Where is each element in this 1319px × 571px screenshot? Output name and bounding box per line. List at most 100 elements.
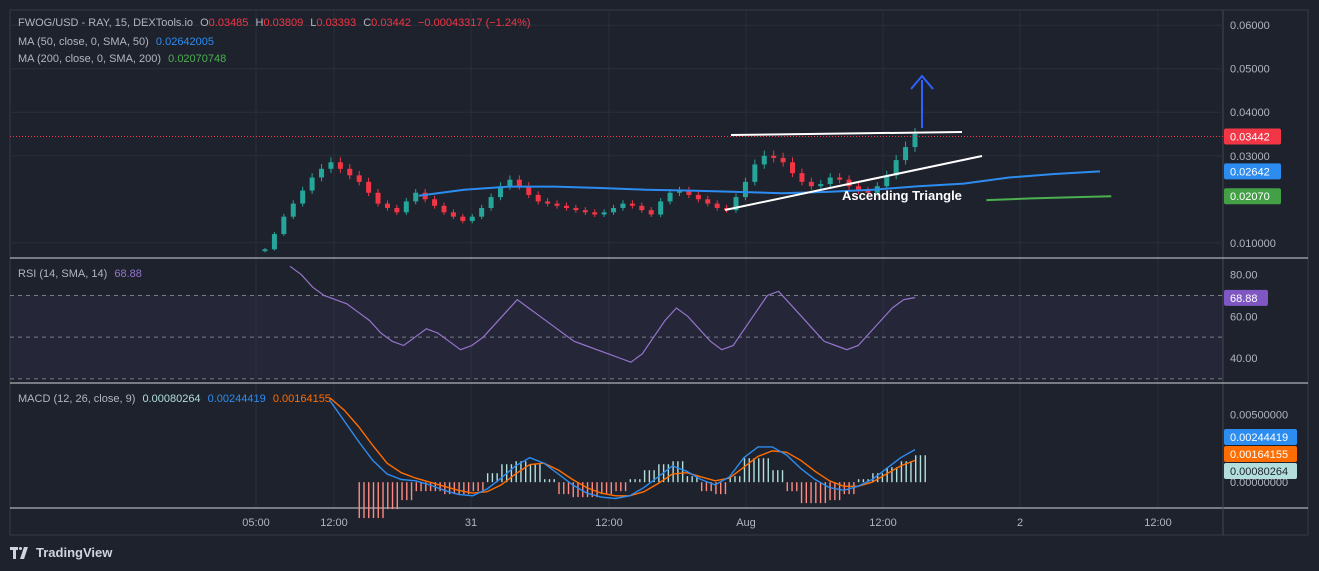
macd-histogram-bar bbox=[391, 482, 394, 510]
candle-body bbox=[818, 184, 824, 187]
ma200-legend: MA (200, close, 0, SMA, 200) 0.02070748 bbox=[18, 53, 230, 65]
candle-body bbox=[790, 162, 796, 174]
brand-name: TradingView bbox=[36, 545, 113, 560]
ma200-value: 0.02070748 bbox=[168, 53, 227, 65]
macd-histogram-bar bbox=[501, 464, 503, 483]
macd-histogram-bar bbox=[534, 464, 536, 483]
macd-histogram-bar bbox=[734, 476, 736, 483]
candle-body bbox=[799, 173, 805, 182]
macd-histogram-bar bbox=[401, 482, 403, 501]
x-tick-label: 12:00 bbox=[869, 517, 897, 529]
macd-histogram-bar bbox=[387, 482, 389, 510]
macd-histogram-bar bbox=[805, 482, 808, 504]
macd-histogram-bar bbox=[577, 482, 579, 498]
rsi-tick-label: 40.00 bbox=[1230, 353, 1258, 365]
macd-histogram-bar bbox=[796, 482, 798, 492]
ma50-badge: 0.02642 bbox=[1230, 166, 1270, 178]
macd-histogram-bar bbox=[629, 479, 632, 483]
candle-body bbox=[441, 205, 447, 213]
macd-histogram-bar bbox=[815, 482, 817, 504]
macd-histogram-bar bbox=[458, 482, 460, 495]
candle-body bbox=[808, 181, 814, 187]
tradingview-logo-icon bbox=[10, 546, 30, 559]
candle-body bbox=[912, 134, 918, 148]
macd-histogram-bar bbox=[677, 461, 679, 483]
macd-histogram-bar bbox=[639, 479, 641, 483]
candle-body bbox=[752, 164, 758, 182]
macd-histogram-bar bbox=[843, 482, 846, 495]
macd-histogram-bar bbox=[634, 479, 636, 483]
price-legend: FWOG/USD - RAY, 15, DEXTools.io O0.03485… bbox=[18, 17, 535, 29]
macd-histogram-bar bbox=[762, 458, 765, 483]
candle-body bbox=[705, 199, 711, 204]
macd-histogram-bar bbox=[377, 482, 379, 519]
macd-histogram-bar bbox=[672, 461, 674, 483]
macd-histogram-bar bbox=[681, 461, 684, 483]
rsi-legend: RSI (14, SMA, 14) 68.88 bbox=[18, 268, 146, 280]
macd-signal-badge: 0.00164155 bbox=[1230, 449, 1288, 461]
macd-histogram-bar bbox=[772, 470, 774, 483]
candle-body bbox=[780, 157, 786, 163]
macd-histogram-bar bbox=[800, 482, 803, 504]
macd-histogram-bar bbox=[786, 482, 788, 492]
price-tick-label: 0.05000 bbox=[1230, 64, 1270, 76]
macd-histogram-bar bbox=[919, 455, 922, 483]
macd-histogram-bar bbox=[615, 482, 617, 492]
macd-histogram-bar bbox=[410, 482, 413, 501]
candle-body bbox=[658, 201, 664, 215]
close-label: C bbox=[363, 17, 372, 29]
macd-hist-badge: 0.00080264 bbox=[1230, 466, 1288, 478]
candle-body bbox=[432, 199, 438, 206]
change-value: −0.00043317 (−1.24%) bbox=[418, 17, 531, 29]
macd-histogram-bar bbox=[705, 482, 708, 492]
x-tick-label: 12:00 bbox=[1144, 517, 1172, 529]
macd-histogram-bar bbox=[601, 482, 603, 495]
candle-body bbox=[714, 203, 720, 208]
macd-histogram-bar bbox=[686, 476, 689, 483]
macd-histogram-bar bbox=[720, 482, 722, 495]
macd-histogram-bar bbox=[406, 482, 408, 501]
candle-body bbox=[488, 197, 494, 208]
macd-histogram-bar bbox=[667, 464, 670, 483]
macd-histogram-bar bbox=[758, 458, 760, 483]
macd-histogram-bar bbox=[834, 482, 836, 501]
candle-body bbox=[573, 207, 579, 211]
candle-body bbox=[545, 201, 551, 204]
candle-body bbox=[837, 177, 843, 180]
candle-body bbox=[356, 175, 362, 182]
candle-body bbox=[629, 203, 635, 206]
close-value: 0.03442 bbox=[371, 17, 411, 29]
macd-histogram-bar bbox=[791, 482, 793, 492]
macd-histogram-bar bbox=[781, 470, 784, 483]
macd-histogram-bar bbox=[453, 482, 456, 495]
macd-histogram-bar bbox=[382, 482, 384, 519]
macd-histogram-bar bbox=[915, 455, 917, 483]
macd-label: MACD (12, 26, close, 9) bbox=[18, 393, 136, 405]
ma200-label: MA (200, close, 0, SMA, 200) bbox=[18, 53, 162, 65]
macd-histogram-bar bbox=[700, 482, 703, 492]
macd-histogram-bar bbox=[891, 467, 893, 483]
macd-legend: MACD (12, 26, close, 9) 0.00080264 0.002… bbox=[18, 393, 335, 405]
rsi-tick-label: 80.00 bbox=[1230, 270, 1258, 282]
macd-histogram-bar bbox=[515, 461, 517, 483]
macd-histogram-bar bbox=[743, 458, 746, 483]
candle-body bbox=[413, 192, 419, 202]
trading-chart[interactable]: 05:00 12:00 31 12:00 Aug 12:00 2 12:00 0.06000 0.… bbox=[0, 0, 1319, 571]
candle-body bbox=[611, 207, 617, 213]
rsi-badge: 68.88 bbox=[1230, 293, 1258, 305]
candle-body bbox=[742, 181, 748, 198]
low-value: 0.03393 bbox=[316, 17, 357, 29]
macd-value: 0.00244419 bbox=[207, 393, 266, 405]
candle-body bbox=[328, 162, 334, 169]
chart-frame bbox=[9, 9, 1309, 536]
macd-histogram-bar bbox=[420, 482, 422, 492]
macd-histogram-bar bbox=[415, 482, 418, 492]
macd-histogram-bar bbox=[477, 482, 479, 492]
candle-body bbox=[620, 203, 626, 208]
candle-body bbox=[394, 207, 400, 213]
candle-body bbox=[271, 234, 277, 250]
ma50-label: MA (50, close, 0, SMA, 50) bbox=[18, 36, 149, 48]
macd-histogram-bar bbox=[525, 461, 527, 483]
macd-histogram-bar bbox=[368, 482, 370, 519]
x-tick-label: Aug bbox=[736, 517, 756, 529]
